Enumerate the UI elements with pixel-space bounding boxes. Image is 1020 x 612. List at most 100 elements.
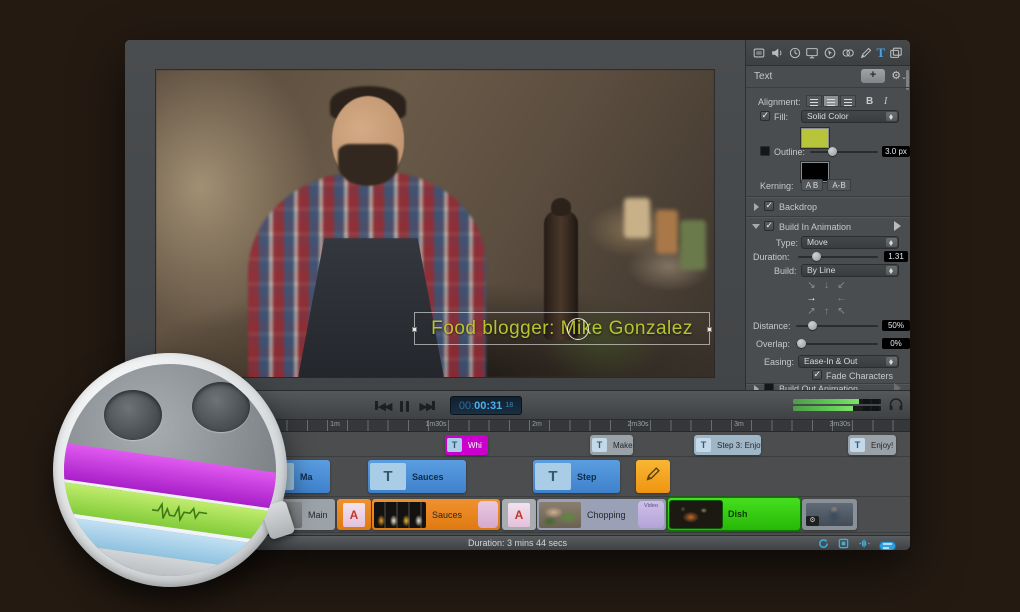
easing-dropdown[interactable]: Ease-In & Out — [798, 355, 899, 368]
inspector-tab-bar: T — [746, 40, 910, 66]
alignment-label: Alignment: — [758, 97, 801, 107]
overlay-text[interactable]: Food blogger: Mike Gonzalez — [431, 318, 693, 340]
preview-area: Food blogger: Mike Gonzalez — [125, 40, 745, 390]
next-marker-button[interactable]: ▶▶ — [419, 397, 434, 415]
distance-slider[interactable] — [796, 325, 878, 327]
bold-button[interactable]: B — [866, 96, 873, 107]
snap-icon[interactable] — [838, 538, 849, 550]
fade-characters-checkbox[interactable] — [812, 370, 822, 380]
video-clip-selected[interactable]: Dish — [668, 498, 800, 530]
direction-arrow-selected[interactable]: → — [804, 293, 819, 306]
direction-arrow[interactable]: ↖ — [834, 306, 849, 319]
direction-center — [819, 293, 834, 306]
loop-icon[interactable] — [818, 538, 829, 550]
duration-value[interactable]: 1.31 — [884, 251, 908, 262]
panel-title: Text — [754, 71, 772, 82]
direction-arrow[interactable]: ↑ — [819, 306, 834, 319]
text-clip[interactable]: T Make — [590, 435, 633, 455]
direction-arrow[interactable]: ↙ — [834, 280, 849, 293]
selection-handle-right[interactable] — [707, 327, 712, 332]
align-left-button[interactable] — [806, 95, 822, 107]
audio-properties-icon[interactable] — [770, 46, 784, 60]
annotations-icon[interactable] — [859, 46, 873, 60]
pause-button[interactable] — [400, 401, 409, 412]
text-clip[interactable]: T Step — [533, 460, 620, 493]
letter-a-thumbnail: A — [343, 503, 365, 527]
video-properties-icon[interactable] — [752, 46, 766, 60]
divider — [746, 216, 910, 217]
selection-handle-left[interactable] — [412, 327, 417, 332]
outline-checkbox[interactable] — [760, 146, 770, 156]
fill-color-swatch[interactable] — [801, 128, 829, 148]
build-label: Build: — [774, 266, 797, 276]
touch-callout-icon[interactable] — [841, 46, 855, 60]
text-thumb: T — [370, 463, 406, 490]
timecode-frames: 18 — [505, 402, 513, 409]
gear-badge-icon[interactable]: ⚙ — [806, 516, 819, 526]
build-dropdown[interactable]: By Line — [801, 264, 899, 277]
text-properties-icon[interactable]: T — [876, 45, 885, 61]
video-tag[interactable]: Video — [638, 501, 664, 528]
backdrop-checkbox[interactable] — [764, 201, 774, 211]
direction-picker[interactable]: ↘ ↓ ↙ → ← ↗ ↑ ↖ — [804, 280, 849, 319]
clip-label: Ma — [296, 472, 313, 482]
outline-width-slider[interactable] — [810, 151, 878, 153]
align-right-button[interactable] — [840, 95, 856, 107]
text-clip[interactable]: T Enjoy! — [848, 435, 896, 455]
annotation-clip[interactable] — [636, 460, 670, 493]
previous-marker-button[interactable]: ◀◀ — [375, 397, 390, 415]
fill-checkbox[interactable] — [760, 111, 770, 121]
video-canvas[interactable]: Food blogger: Mike Gonzalez — [156, 70, 714, 377]
text-clip[interactable]: T Whi — [445, 435, 488, 455]
clip-label: Whi — [464, 441, 482, 450]
text-thumb: T — [696, 438, 711, 452]
build-in-checkbox[interactable] — [764, 221, 774, 231]
mode-badge[interactable] — [879, 541, 896, 551]
kerning-label: Kerning: — [760, 181, 794, 191]
clip-thumbnail — [670, 501, 722, 528]
distance-value[interactable]: 50% — [882, 320, 910, 331]
kerning-loose-button[interactable]: A B — [801, 179, 823, 191]
motion-icon[interactable] — [788, 46, 802, 60]
image-clip[interactable]: A — [502, 499, 536, 530]
screenflow-app-icon[interactable] — [53, 353, 287, 587]
clip-label: Sauces — [408, 472, 444, 482]
direction-arrow[interactable]: ↗ — [804, 306, 819, 319]
build-in-preview-play-button[interactable] — [894, 221, 901, 231]
duration-slider[interactable] — [798, 256, 878, 258]
italic-button[interactable]: I — [884, 96, 887, 107]
ruler-tick: 2m — [517, 421, 557, 428]
align-center-button[interactable] — [823, 95, 839, 107]
ruler-tick: 3m30s — [820, 421, 860, 428]
callout-icon[interactable] — [823, 46, 837, 60]
type-dropdown[interactable]: Move — [801, 236, 899, 249]
video-clip[interactable]: Chopping Video — [537, 499, 666, 530]
overlap-value[interactable]: 0% — [882, 338, 910, 349]
direction-arrow[interactable]: ↘ — [804, 280, 819, 293]
outline-width-value[interactable]: 3.0 px — [882, 146, 910, 157]
text-clip[interactable]: T Sauces — [368, 460, 466, 493]
text-clip[interactable]: T Step 3: Enjoy — [694, 435, 761, 455]
headphones-icon[interactable] — [887, 395, 905, 418]
transition-tag[interactable] — [478, 501, 498, 528]
video-clip[interactable]: Sauces — [372, 499, 500, 530]
reel-stripes — [64, 364, 276, 576]
add-text-button[interactable]: + — [861, 69, 885, 83]
audio-scrub-icon[interactable] — [858, 538, 870, 550]
kerning-tight-button[interactable]: A-B — [827, 179, 851, 191]
screen-recording-icon[interactable] — [805, 46, 819, 60]
text-thumb: T — [592, 438, 607, 452]
overlap-slider[interactable] — [796, 343, 878, 345]
media-library-icon[interactable] — [889, 46, 903, 60]
text-overlay-selection[interactable]: Food blogger: Mike Gonzalez — [414, 312, 710, 345]
ruler-tick: 1m30s — [416, 421, 456, 428]
direction-arrow[interactable]: ↓ — [819, 280, 834, 293]
backdrop-disclosure[interactable] — [754, 203, 759, 211]
video-clip[interactable]: ⚙ — [802, 499, 857, 530]
gear-icon[interactable]: ⚙⌄ — [891, 69, 907, 82]
build-in-disclosure[interactable] — [752, 224, 760, 229]
fill-type-dropdown[interactable]: Solid Color — [801, 110, 899, 123]
clip-label: Make — [609, 441, 633, 450]
image-clip[interactable]: A — [337, 499, 371, 530]
direction-arrow[interactable]: ← — [834, 293, 849, 306]
